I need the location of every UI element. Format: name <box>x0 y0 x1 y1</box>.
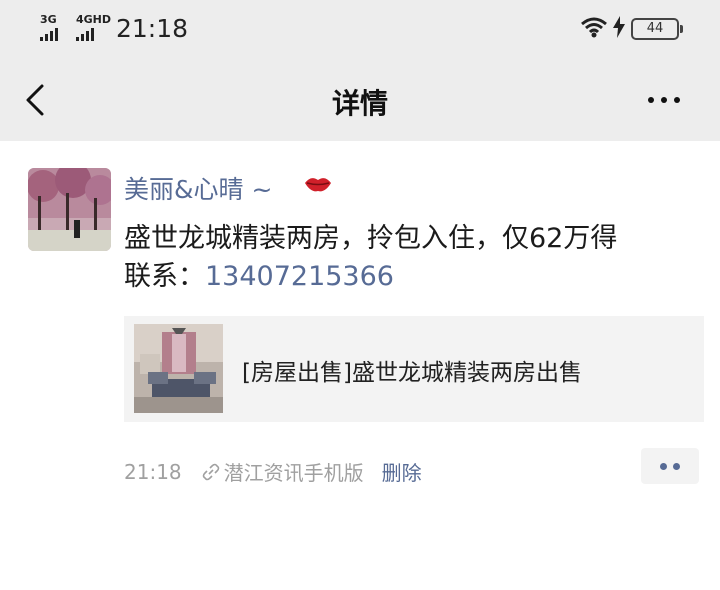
delete-button[interactable]: 删除 <box>382 457 422 486</box>
link-icon <box>202 463 219 480</box>
kiss-lips-icon <box>305 178 331 192</box>
link-card-title: [房屋出售]盛世龙城精装两房出售 <box>242 360 582 386</box>
post-contact-line: 联系：13407215366 <box>124 258 617 296</box>
status-time: 21:18 <box>116 14 189 43</box>
top-bar: 3G 4GHD 21:18 44 详情 <box>0 0 720 141</box>
contact-label: 联系： <box>124 261 205 292</box>
signal-3g: 3G <box>40 14 58 41</box>
page-title: 详情 <box>331 87 388 120</box>
signal-3g-label: 3G <box>40 13 57 26</box>
link-thumbnail <box>134 324 223 413</box>
shared-link-card[interactable]: [房屋出售]盛世龙城精装两房出售 <box>124 316 704 422</box>
post-content: 盛世龙城精装两房，拎包入住，仅62万得 联系：13407215366 <box>124 220 617 296</box>
signal-4g-label: 4GHD <box>76 13 112 26</box>
more-menu-button[interactable] <box>648 90 692 110</box>
charging-icon <box>613 16 625 38</box>
wifi-icon <box>581 17 607 38</box>
battery-indicator: 44 <box>631 18 683 40</box>
phone-link[interactable]: 13407215366 <box>205 261 394 292</box>
post-meta: 21:18 潜江资讯手机版 删除 <box>124 457 422 486</box>
post-text-line1: 盛世龙城精装两房，拎包入住，仅62万得 <box>124 223 618 254</box>
author-avatar[interactable] <box>28 168 111 251</box>
post-time: 21:18 <box>124 459 182 484</box>
author-name[interactable]: 美丽&心晴 ~ <box>124 170 272 206</box>
like-comment-button[interactable] <box>641 448 699 484</box>
status-bar: 3G 4GHD 21:18 44 <box>0 0 720 58</box>
post-source[interactable]: 潜江资讯手机版 <box>224 457 364 486</box>
signal-4g: 4GHD <box>76 14 111 41</box>
